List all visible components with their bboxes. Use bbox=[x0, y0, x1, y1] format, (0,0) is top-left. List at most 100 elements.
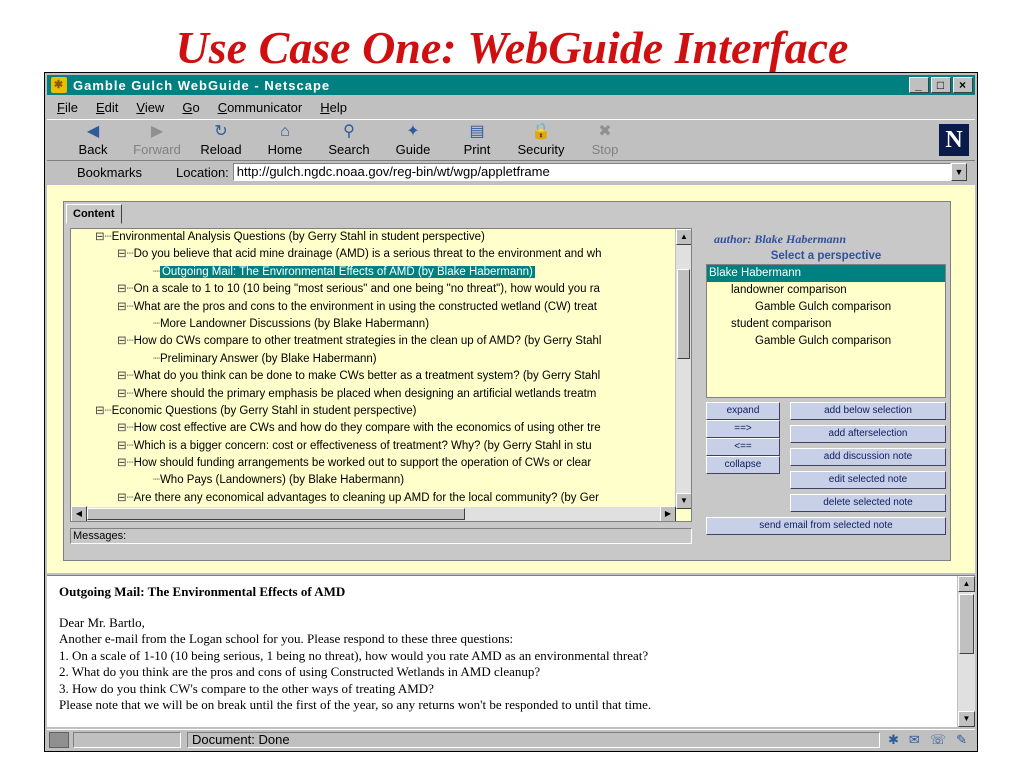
tree-branch-icon: ⊟┈ bbox=[117, 283, 134, 296]
tree-list: ⊟┈ Environmental Analysis Questions (by G… bbox=[71, 229, 676, 509]
discussion-tree: ⊟┈ Environmental Analysis Questions (by G… bbox=[70, 228, 692, 522]
minimize-button[interactable]: _ bbox=[909, 77, 929, 93]
forward-arrow-icon: ▶ bbox=[150, 123, 164, 140]
add-below-selection-button[interactable]: add below selection bbox=[790, 402, 946, 420]
tree-branch-icon: ⊟┈ bbox=[95, 404, 112, 417]
tree-vertical-scrollbar[interactable]: ▲ ▼ bbox=[675, 229, 691, 509]
scroll-down-arrow-icon[interactable]: ▼ bbox=[676, 493, 691, 509]
back-arrow-icon: ◀ bbox=[86, 123, 100, 140]
scroll-up-arrow-icon[interactable]: ▲ bbox=[676, 229, 691, 245]
note-scroll-down-arrow-icon[interactable]: ▼ bbox=[958, 711, 975, 727]
discussion-icon[interactable]: ☏ bbox=[930, 732, 946, 748]
tree-node-label: Where should the primary emphasis be pla… bbox=[133, 387, 597, 400]
tree-node-label: Are there any economical advantages to c… bbox=[133, 491, 599, 504]
tree-node-label: Who Pays (Landowners) (by Blake Haberman… bbox=[159, 474, 405, 487]
guide-icon: ✦ bbox=[406, 123, 420, 140]
tree-node-label: On a scale to 1 to 10 (10 being "most se… bbox=[133, 283, 600, 296]
search-icon: ⚲ bbox=[343, 123, 355, 140]
menu-go[interactable]: Go bbox=[182, 100, 199, 115]
menu-edit[interactable]: Edit bbox=[96, 100, 118, 115]
perspective-item[interactable]: landowner comparison bbox=[707, 282, 945, 299]
tree-node[interactable]: ⊟┈How should funding arrangements be wor… bbox=[71, 455, 676, 472]
guide-button[interactable]: ✦ Guide bbox=[381, 122, 445, 160]
tree-node[interactable]: ⊟┈What are the pros and cons to the envi… bbox=[71, 299, 676, 316]
perspective-item[interactable]: Gamble Gulch comparison bbox=[707, 299, 945, 316]
menu-communicator[interactable]: Communicator bbox=[218, 100, 303, 115]
note-frame: Outgoing Mail: The Environmental Effects… bbox=[47, 575, 975, 727]
tree-vscroll-thumb[interactable] bbox=[677, 269, 690, 359]
tree-branch-icon: ⊟┈ bbox=[117, 439, 134, 452]
location-bar: Bookmarks Location: http://gulch.ngdc.no… bbox=[47, 162, 975, 182]
delete-selected-note-button[interactable]: delete selected note bbox=[790, 494, 946, 512]
perspective-item[interactable]: Blake Habermann bbox=[707, 265, 945, 282]
tree-node-label: How cost effective are CWs and how do th… bbox=[133, 422, 601, 435]
window-titlebar[interactable]: ✱ Gamble Gulch WebGuide - Netscape _ □ × bbox=[47, 75, 975, 95]
tree-node[interactable]: ┈Who Pays (Landowners) (by Blake Haberma… bbox=[71, 472, 676, 489]
location-dropdown-button[interactable]: ▼ bbox=[951, 163, 967, 181]
search-button[interactable]: ⚲ Search bbox=[317, 122, 381, 160]
collapse-button[interactable]: collapse bbox=[706, 456, 780, 474]
tree-hscroll-thumb[interactable] bbox=[87, 508, 465, 520]
forward-button[interactable]: ▶ Forward bbox=[125, 122, 189, 160]
security-status-icon[interactable] bbox=[49, 731, 69, 748]
back-button[interactable]: ◀ Back bbox=[61, 122, 125, 160]
tree-node[interactable]: ⊟┈What do you think can be done to make … bbox=[71, 368, 676, 385]
tree-node[interactable]: ⊟┈Where should the primary emphasis be p… bbox=[71, 386, 676, 403]
security-button[interactable]: 🔒 Security bbox=[509, 122, 573, 160]
component-bar: ✱ ✉ ☏ ✎ bbox=[888, 732, 967, 748]
bookmarks-button[interactable]: Bookmarks bbox=[77, 165, 142, 180]
note-vscroll-thumb[interactable] bbox=[959, 594, 974, 654]
scroll-right-arrow-icon[interactable]: ▶ bbox=[660, 506, 676, 521]
tree-node[interactable]: ⊟┈Which is a bigger concern: cost or eff… bbox=[71, 438, 676, 455]
edit-selected-note-button[interactable]: edit selected note bbox=[790, 471, 946, 489]
tree-node[interactable]: ⊟┈How do CWs compare to other treatment … bbox=[71, 333, 676, 350]
tree-node[interactable]: ⊟┈How cost effective are CWs and how do … bbox=[71, 420, 676, 437]
add-discussion-note-button[interactable]: add discussion note bbox=[790, 448, 946, 466]
close-button[interactable]: × bbox=[953, 77, 973, 93]
app-icon: ✱ bbox=[51, 77, 67, 93]
browser-window: ✱ Gamble Gulch WebGuide - Netscape _ □ ×… bbox=[44, 72, 978, 752]
composer-icon[interactable]: ✎ bbox=[956, 732, 967, 748]
stop-button[interactable]: ✖ Stop bbox=[573, 122, 637, 160]
tree-node[interactable]: ⊟┈Are there any economical advantages to… bbox=[71, 490, 676, 507]
tree-branch-icon: ┈ bbox=[153, 265, 160, 278]
tree-node[interactable]: ┈ Outgoing Mail: The Environmental Effect… bbox=[71, 264, 676, 281]
slide-title: Use Case One: WebGuide Interface bbox=[175, 22, 849, 73]
tree-node[interactable]: ┈Preliminary Answer (by Blake Habermann) bbox=[71, 351, 676, 368]
menu-help[interactable]: Help bbox=[320, 100, 347, 115]
status-text: Document: Done bbox=[187, 731, 881, 748]
tree-node[interactable]: ⊟┈Do you believe that acid mine drainage… bbox=[71, 246, 676, 263]
print-button[interactable]: ▤ Print bbox=[445, 122, 509, 160]
tree-branch-icon: ⊟┈ bbox=[117, 370, 134, 383]
tree-node-label: Outgoing Mail: The Environmental Effects… bbox=[159, 265, 535, 278]
note-line: 1. On a scale of 1-10 (10 being serious,… bbox=[59, 647, 649, 663]
tree-node[interactable]: ⊟┈On a scale to 1 to 10 (10 being "most … bbox=[71, 281, 676, 298]
menu-view[interactable]: View bbox=[136, 100, 164, 115]
send-email-button[interactable]: send email from selected note bbox=[706, 517, 946, 535]
location-input[interactable]: http://gulch.ngdc.noaa.gov/reg-bin/wt/wg… bbox=[232, 163, 951, 181]
home-button[interactable]: ⌂ Home bbox=[253, 122, 317, 160]
tab-content[interactable]: Content bbox=[66, 204, 122, 224]
navigator-icon[interactable]: ✱ bbox=[888, 732, 899, 748]
note-vertical-scrollbar[interactable]: ▲ ▼ bbox=[957, 576, 975, 727]
perspective-item[interactable]: Gamble Gulch comparison bbox=[707, 333, 945, 350]
tree-node-label: What are the pros and cons to the enviro… bbox=[133, 300, 597, 313]
scroll-left-arrow-icon[interactable]: ◀ bbox=[71, 506, 87, 521]
menu-file[interactable]: File bbox=[57, 100, 78, 115]
expand-button[interactable]: expand bbox=[706, 402, 780, 420]
tree-node[interactable]: ⊟┈Environmental Analysis Questions (by G… bbox=[71, 229, 676, 246]
navigation-toolbar: ◀ Back ▶ Forward ↻ Reload ⌂ Home ⚲ Search ✦ Gu… bbox=[47, 119, 975, 161]
tree-node[interactable]: ⊟┈Economic Questions (by Gerry Stahl in … bbox=[71, 403, 676, 420]
add-after-selection-button[interactable]: add afterselection bbox=[790, 425, 946, 443]
tree-node-label: Environmental Analysis Questions (by Ger… bbox=[111, 231, 485, 243]
perspective-item[interactable]: student comparison bbox=[707, 316, 945, 333]
author-label: author: Blake Habermann bbox=[714, 232, 847, 246]
tree-horizontal-scrollbar[interactable]: ◀ ▶ bbox=[71, 506, 676, 521]
reload-button[interactable]: ↻ Reload bbox=[189, 122, 253, 160]
note-scroll-up-arrow-icon[interactable]: ▲ bbox=[958, 576, 975, 592]
tree-node[interactable]: ┈More Landowner Discussions (by Blake Ha… bbox=[71, 316, 676, 333]
move-right-button[interactable]: ==> bbox=[706, 420, 780, 438]
move-left-button[interactable]: <== bbox=[706, 438, 780, 456]
maximize-button[interactable]: □ bbox=[931, 77, 951, 93]
mail-icon[interactable]: ✉ bbox=[909, 732, 920, 748]
